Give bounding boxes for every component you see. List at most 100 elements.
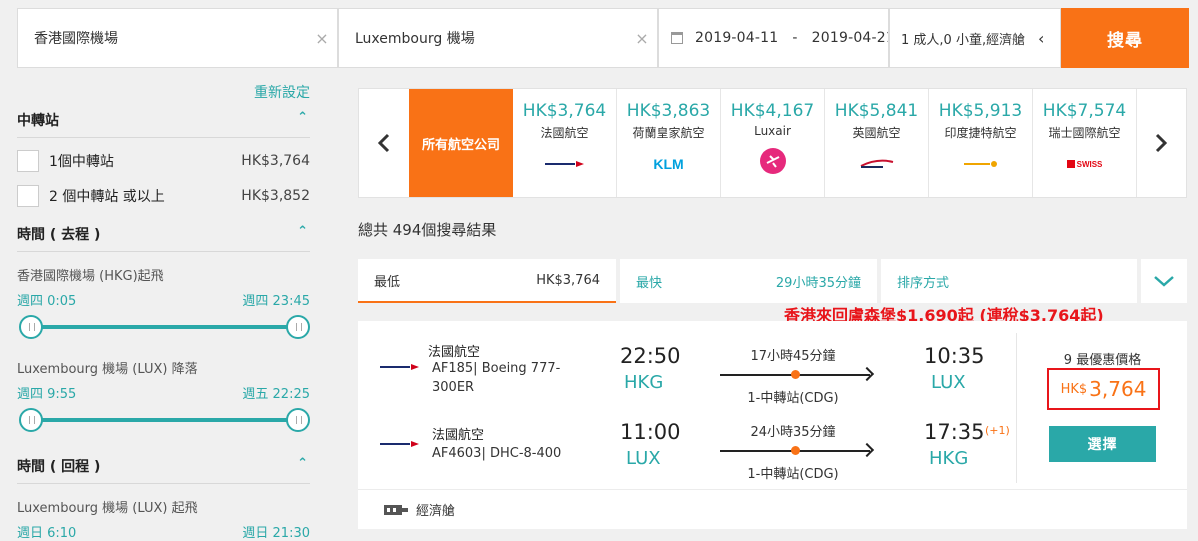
stops-section-header[interactable]: 中轉站 ⌃ xyxy=(17,110,310,138)
origin-value: 香港國際機場 xyxy=(34,31,118,47)
outbound-arrive-label: Luxembourg 機場 (LUX) 降落 xyxy=(17,362,198,377)
carousel-next-icon[interactable] xyxy=(1136,89,1186,197)
checkbox[interactable] xyxy=(17,185,39,207)
sort-by-tab[interactable]: 排序方式 xyxy=(881,259,1137,303)
sort-bar: 最低 HK$3,764 最快 29小時35分鐘 排序方式 xyxy=(358,259,1187,303)
range-max: 週五 22:25 xyxy=(242,387,310,402)
duration: 24小時35分鐘 xyxy=(750,425,836,440)
sort-value: 29小時35分鐘 xyxy=(775,275,861,291)
arrive-time: 10:35 xyxy=(924,344,985,368)
depart-airport: HKG xyxy=(624,372,664,393)
depart-time: 22:50 xyxy=(620,344,681,368)
flight-result-card: 法國航空 AF185| Boeing 777-300ER 22:50 HKG 1… xyxy=(358,321,1187,529)
sort-cheapest-tab[interactable]: 最低 HK$3,764 xyxy=(358,259,616,303)
chevron-up-icon[interactable]: ⌃ xyxy=(297,456,308,471)
search-button[interactable]: 搜尋 xyxy=(1061,8,1189,68)
next-day-indicator: (+1) xyxy=(985,424,1010,437)
airline-name: 法國航空 xyxy=(540,126,589,140)
depart-date: 2019-04-11 xyxy=(695,30,779,46)
sort-label: 最低 xyxy=(374,274,401,290)
airline-name: Luxair xyxy=(754,124,791,138)
price-currency: HK$ xyxy=(1060,381,1088,397)
all-airlines-tab[interactable]: 所有航空公司 xyxy=(409,89,513,197)
checkbox[interactable] xyxy=(17,150,39,172)
date-range-field[interactable]: 2019-04-11-2019-04-21 xyxy=(658,8,889,68)
price-highlight: HK$ 3,764 xyxy=(1047,368,1160,410)
swiss-logo: SWISS xyxy=(1033,151,1136,177)
slider-track xyxy=(31,418,298,422)
inbound-time-title: 時間 ( 回程 ) xyxy=(17,459,101,475)
stops-section-title: 中轉站 xyxy=(17,113,59,129)
outbound-depart-range: 週四 0:05 週四 23:45 xyxy=(17,290,310,309)
reset-filters-link[interactable]: 重新設定 xyxy=(254,82,310,102)
chevron-up-icon[interactable]: ⌃ xyxy=(297,110,308,125)
slider-handle-max[interactable] xyxy=(286,315,310,339)
airline-filter-jet-airways[interactable]: HK$5,913 印度捷特航空 xyxy=(929,89,1033,197)
airline-filter-luxair[interactable]: HK$4,167 Luxair xyxy=(721,89,825,197)
origin-field[interactable]: 香港國際機場 × xyxy=(17,8,338,68)
airline-filter-air-france[interactable]: HK$3,764 法國航空 xyxy=(513,89,617,197)
clear-origin-icon[interactable]: × xyxy=(307,29,337,48)
slider-track xyxy=(31,325,298,329)
clear-destination-icon[interactable]: × xyxy=(627,29,657,48)
depart-airport: LUX xyxy=(626,448,661,469)
luxair-logo xyxy=(721,148,824,174)
british-airways-logo xyxy=(825,151,928,177)
airline-price: HK$5,841 xyxy=(834,101,919,121)
filter-stops-2[interactable]: 2 個中轉站 或以上 HK$3,852 xyxy=(17,184,310,208)
flight-number: AF4603| DHC-8-400 xyxy=(432,446,562,461)
inbound-time-header[interactable]: 時間 ( 回程 ) ⌃ xyxy=(17,456,310,484)
airline-price: HK$7,574 xyxy=(1042,101,1127,121)
select-flight-button[interactable]: 選擇 xyxy=(1049,426,1156,462)
slider-handle-min[interactable] xyxy=(19,408,43,432)
inbound-depart-label: Luxembourg 機場 (LUX) 起飛 xyxy=(17,501,198,516)
range-min: 週四 9:55 xyxy=(17,387,77,402)
return-date: 2019-04-21 xyxy=(811,30,888,46)
airline-name: 英國航空 xyxy=(852,126,901,140)
chevron-down-icon xyxy=(1154,276,1174,287)
inbound-depart-range: 週日 6:10 週日 21:30 xyxy=(17,522,310,541)
sort-dropdown-toggle[interactable] xyxy=(1141,259,1187,303)
outbound-arrive-range: 週四 9:55 週五 22:25 xyxy=(17,383,310,402)
slider-handle-min[interactable] xyxy=(19,315,43,339)
airline-carousel: 所有航空公司 HK$3,764 法國航空 HK$3,863 荷蘭皇家航空 KLM… xyxy=(358,88,1187,198)
airline-name: 印度捷特航空 xyxy=(944,126,1017,140)
airline-price: HK$5,913 xyxy=(938,101,1023,121)
arrive-airport: LUX xyxy=(931,372,966,393)
slider-handle-max[interactable] xyxy=(286,408,310,432)
air-france-logo xyxy=(513,151,616,177)
outbound-depart-label: 香港國際機場 (HKG)起飛 xyxy=(17,269,164,284)
passenger-field[interactable]: 1 成人,0 小童,經濟艙 ‹ xyxy=(889,8,1061,68)
destination-value: Luxembourg 機場 xyxy=(355,31,475,47)
outbound-depart-slider[interactable] xyxy=(19,315,310,339)
outbound-time-header[interactable]: 時間 ( 去程 ) ⌃ xyxy=(17,224,310,252)
airline-filter-british-airways[interactable]: HK$5,841 英國航空 xyxy=(825,89,929,197)
sort-label: 最快 xyxy=(636,275,663,291)
range-min: 週日 6:10 xyxy=(17,526,77,541)
duration: 17小時45分鐘 xyxy=(750,349,836,364)
results-count: 總共 494個搜尋結果 xyxy=(358,221,497,239)
date-separator: - xyxy=(792,30,798,46)
stop-dot xyxy=(791,370,800,379)
carousel-prev-icon[interactable] xyxy=(359,89,409,197)
inbound-leg: 法國航空 AF4603| DHC-8-400 11:00 LUX 24小時35分… xyxy=(358,420,1016,494)
chevron-up-icon[interactable]: ⌃ xyxy=(297,224,308,239)
filter-stops-1[interactable]: 1個中轉站 HK$3,764 xyxy=(17,149,310,173)
airline-name: 荷蘭皇家航空 xyxy=(632,126,705,140)
seat-icon xyxy=(384,504,408,515)
jet-airways-logo xyxy=(929,151,1032,177)
stops-info: 1-中轉站(CDG) xyxy=(747,467,839,482)
airline-filter-klm[interactable]: HK$3,863 荷蘭皇家航空 KLM xyxy=(617,89,721,197)
price-amount: 3,764 xyxy=(1089,377,1147,401)
air-france-logo xyxy=(380,364,419,370)
cabin-label: 經濟艙 xyxy=(416,504,456,519)
airline-price: HK$3,764 xyxy=(522,101,607,121)
chevron-left-icon[interactable]: ‹ xyxy=(1038,29,1060,48)
sort-fastest-tab[interactable]: 最快 29小時35分鐘 xyxy=(620,259,877,303)
arrive-airport: HKG xyxy=(929,448,969,469)
outbound-arrive-slider[interactable] xyxy=(19,408,310,432)
deal-label: 9 最優惠價格 xyxy=(1063,353,1142,368)
airline-filter-swiss[interactable]: HK$7,574 瑞士國際航空 SWISS xyxy=(1033,89,1137,197)
destination-field[interactable]: Luxembourg 機場 × xyxy=(338,8,658,68)
outbound-time-title: 時間 ( 去程 ) xyxy=(17,227,101,243)
